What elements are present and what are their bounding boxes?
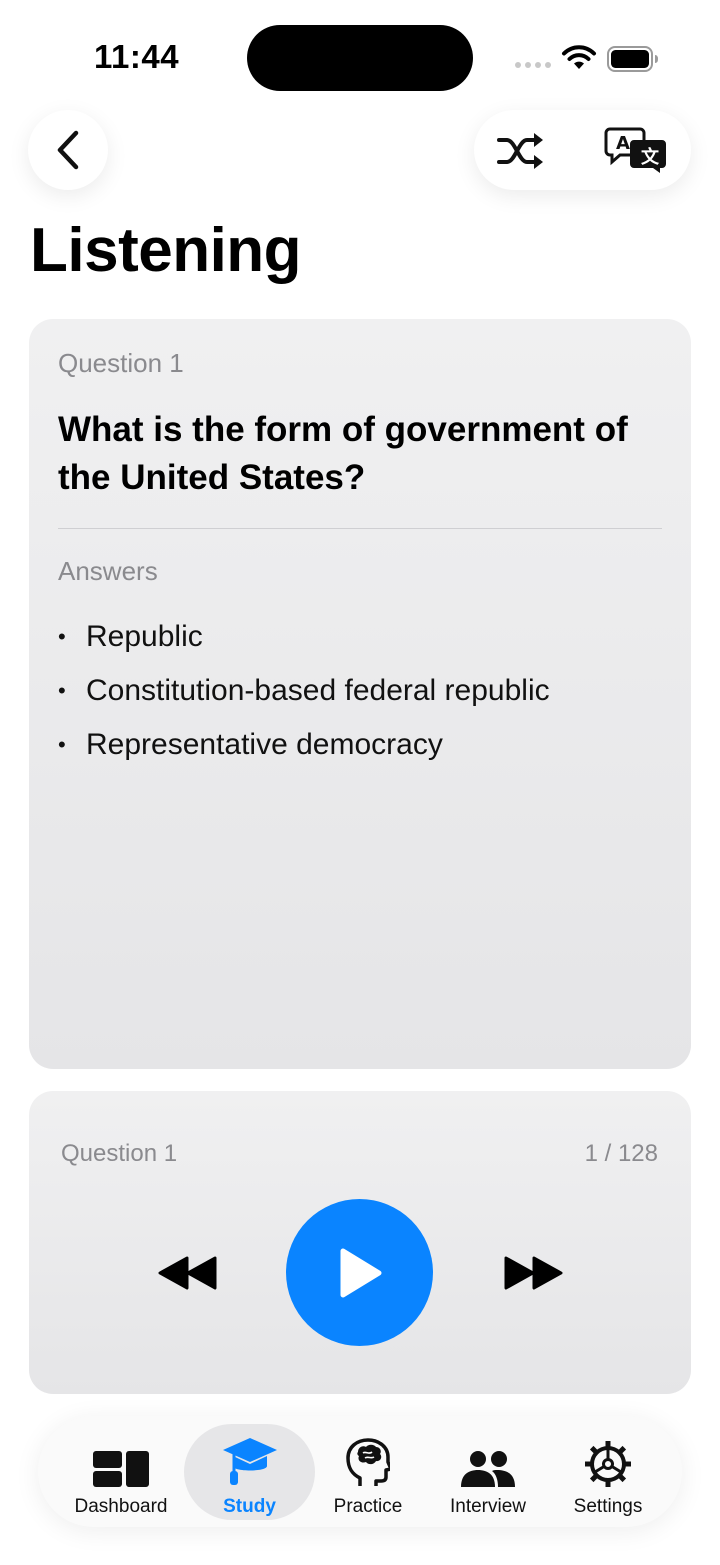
tab-settings[interactable]: Settings (558, 1424, 658, 1520)
bullet-icon: • (58, 732, 66, 757)
rewind-button[interactable] (158, 1256, 218, 1290)
fast-forward-button[interactable] (503, 1256, 563, 1290)
bullet-icon: • (58, 624, 66, 649)
answers-list: • Republic • Constitution-based federal re… (58, 610, 550, 772)
dashboard-icon (93, 1451, 149, 1487)
answer-item: • Constitution-based federal republic (58, 664, 550, 718)
graduation-cap-icon (222, 1438, 277, 1485)
tab-dashboard[interactable]: Dashboard (60, 1424, 182, 1520)
tab-interview[interactable]: Interview (430, 1424, 546, 1520)
shuffle-icon[interactable] (497, 131, 545, 171)
brain-head-icon (346, 1438, 390, 1486)
player-progress-count: 1 / 128 (584, 1140, 658, 1167)
bullet-icon: • (58, 678, 66, 703)
question-number-label: Question 1 (58, 348, 184, 378)
dynamic-island (247, 25, 473, 91)
player-question-label: Question 1 (61, 1140, 178, 1167)
svg-text:A: A (616, 133, 630, 154)
question-text: What is the form of government of the Un… (58, 410, 628, 497)
play-button[interactable] (286, 1199, 433, 1346)
translate-icon[interactable]: A 文 (604, 126, 668, 174)
gear-icon (585, 1441, 631, 1487)
back-button[interactable] (28, 110, 108, 190)
status-time: 11:44 (94, 38, 180, 75)
answer-item: • Republic (58, 610, 550, 664)
tab-study[interactable]: Study (184, 1424, 315, 1520)
wifi-icon (562, 45, 596, 69)
divider (58, 528, 662, 529)
people-icon (461, 1451, 515, 1487)
cellular-signal-icon (515, 62, 551, 68)
tab-practice[interactable]: Practice (318, 1424, 418, 1520)
page-title: Listening (30, 216, 302, 285)
answers-label: Answers (58, 556, 158, 586)
chevron-left-icon (57, 130, 79, 170)
battery-icon (607, 46, 658, 72)
answer-item: • Representative democracy (58, 718, 550, 772)
play-icon (340, 1248, 381, 1297)
svg-text:文: 文 (641, 146, 660, 168)
